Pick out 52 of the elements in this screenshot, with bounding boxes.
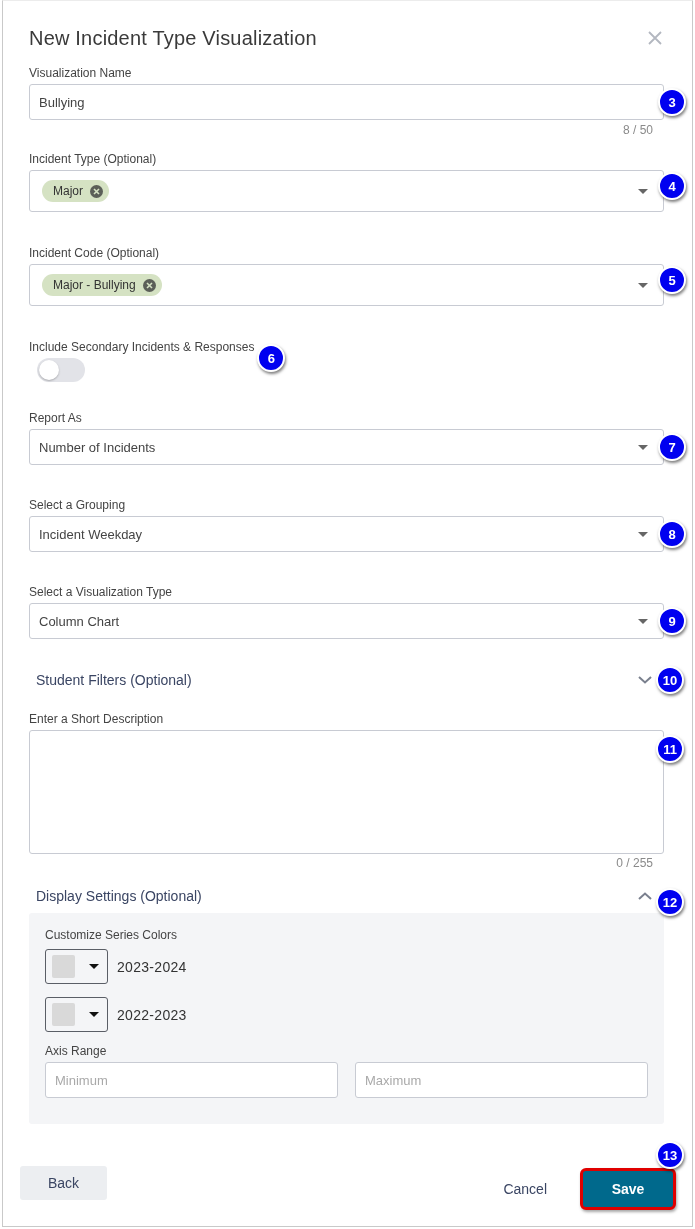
field-label: Report As — [29, 411, 82, 425]
field-label: Select a Grouping — [29, 498, 126, 512]
close-icon[interactable] — [142, 278, 156, 292]
step-number-badge: 7 — [658, 433, 686, 461]
series-name: 2022-2023 — [117, 1006, 187, 1023]
text-field[interactable]: Bullying — [29, 84, 664, 120]
toggle-switch[interactable] — [37, 358, 85, 382]
field-label: Select a Visualization Type — [29, 585, 172, 599]
back-button[interactable]: Back — [20, 1166, 107, 1200]
character-counter: 8 / 50 — [622, 123, 653, 137]
close-icon[interactable] — [90, 184, 103, 198]
step-number-badge: 10 — [656, 666, 684, 694]
caret-icon — [638, 531, 648, 537]
dialog-title: New Incident Type Visualization — [29, 26, 317, 50]
multi-select-field[interactable]: Major - Bullying — [29, 264, 664, 306]
tag-chip[interactable]: Major - Bullying — [42, 274, 162, 296]
caret-icon — [638, 188, 648, 194]
step-number-badge: 13 — [656, 1141, 684, 1169]
description-field[interactable] — [29, 730, 664, 854]
caret-icon — [638, 618, 648, 624]
caret-icon — [638, 444, 648, 450]
character-counter: 0 / 255 — [616, 856, 653, 870]
multi-select-field[interactable]: Major — [29, 170, 664, 212]
step-number-badge: 11 — [656, 735, 684, 763]
tag-chip[interactable]: Major — [42, 180, 109, 202]
step-number-badge: 12 — [656, 888, 684, 916]
field-label: Include Secondary Incidents & Responses — [29, 340, 255, 354]
step-number-badge: 8 — [658, 520, 686, 548]
field-label: Axis Range — [45, 1044, 107, 1058]
input-field[interactable]: Minimum — [45, 1062, 338, 1098]
caret-icon — [89, 1012, 99, 1017]
field-label: Customize Series Colors — [45, 928, 178, 942]
color-picker-button[interactable] — [45, 997, 108, 1032]
caret-icon — [89, 964, 99, 969]
color-picker-button[interactable] — [45, 949, 108, 984]
dropdown-field[interactable]: Column Chart — [29, 603, 664, 639]
field-label: Enter a Short Description — [29, 712, 164, 726]
field-label: Incident Type (Optional) — [29, 152, 157, 166]
step-number-badge: 3 — [658, 88, 686, 116]
caret-icon — [638, 282, 648, 288]
input-field[interactable]: Maximum — [355, 1062, 648, 1098]
step-number-badge: 4 — [658, 172, 686, 200]
step-number-badge: 5 — [658, 266, 686, 294]
field-label: Visualization Name — [29, 66, 132, 80]
cancel-button[interactable]: Cancel — [487, 1171, 563, 1207]
field-label: Incident Code (Optional) — [29, 246, 160, 260]
series-name: 2023-2024 — [117, 958, 187, 975]
dropdown-field[interactable]: Incident Weekday — [29, 516, 664, 552]
save-button[interactable]: Save — [580, 1168, 676, 1210]
dropdown-field[interactable]: Number of Incidents — [29, 429, 664, 465]
step-number-badge: 9 — [658, 607, 686, 635]
step-number-badge: 6 — [257, 344, 286, 372]
